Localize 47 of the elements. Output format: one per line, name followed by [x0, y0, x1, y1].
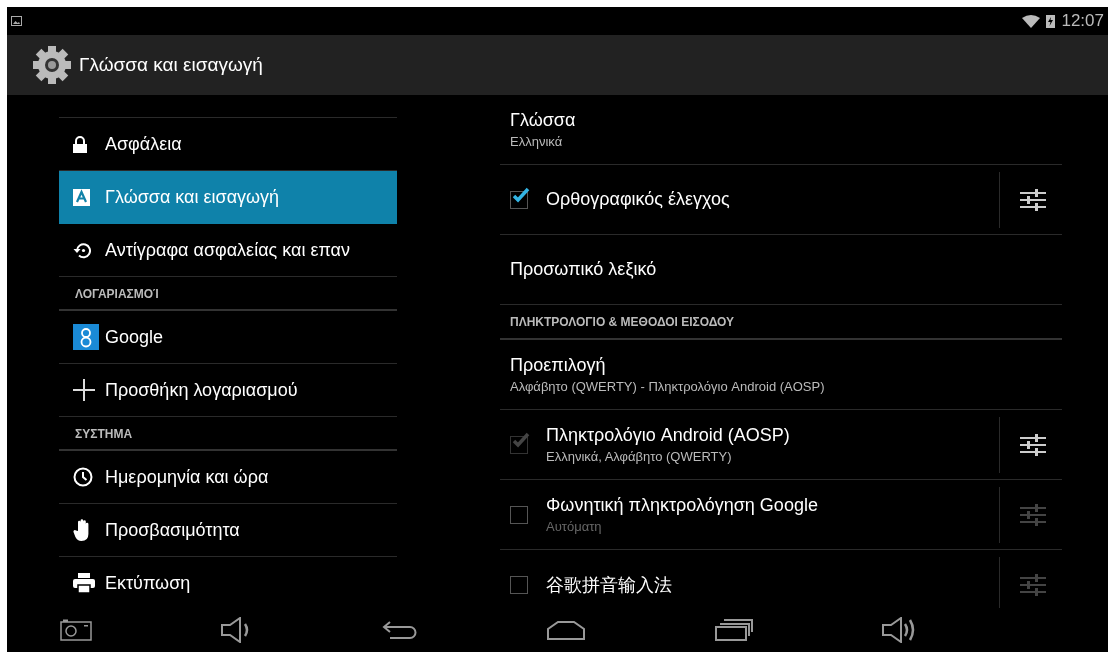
checkbox[interactable] — [510, 575, 528, 594]
clock-icon — [73, 467, 93, 487]
section-header: ΣΥΣΤΗΜΑ — [59, 417, 397, 451]
sliders-icon[interactable] — [1020, 573, 1046, 596]
battery-icon — [1046, 14, 1056, 28]
settings-item[interactable]: Προσωπικό λεξικό — [500, 235, 1062, 305]
home-icon[interactable] — [546, 620, 587, 640]
sidebar-item[interactable]: Γλώσσα και εισαγωγή — [59, 171, 397, 224]
gear-icon[interactable] — [31, 44, 73, 86]
sidebar-item[interactable]: Εκτύπωση — [59, 557, 397, 608]
printer-icon — [73, 573, 95, 593]
recent-apps-icon[interactable] — [715, 619, 754, 641]
back-icon[interactable] — [381, 620, 418, 640]
wifi-icon — [1022, 14, 1041, 28]
item-subtitle: Αλφάβητο (QWERTY) - Πληκτρολόγιο Android (AOSP) — [510, 379, 826, 394]
google-g-icon — [73, 324, 99, 350]
section-header: ΠΛΗΚΤΡΟΛΟΓΙΟ & ΜΕΘΟΔΟΙ ΕΙΣΟΔΟΥ — [500, 305, 1062, 340]
restore-icon — [73, 241, 91, 259]
sliders-icon[interactable] — [1020, 503, 1046, 526]
item-title: Προσωπικό λεξικό — [510, 259, 658, 280]
item-title: Γλώσσα — [510, 110, 577, 131]
sidebar-item[interactable]: Google — [59, 311, 397, 364]
sidebar-item[interactable]: Προσθήκη λογαριασμού — [59, 364, 397, 417]
camera-icon[interactable] — [60, 619, 92, 641]
item-subtitle: Ελληνικά, Αλφάβητο (QWERTY) — [546, 449, 733, 464]
sliders-icon[interactable] — [1020, 188, 1046, 211]
checkbox[interactable] — [510, 505, 528, 524]
item-title: Ορθογραφικός έλεγχος — [546, 189, 731, 210]
item-subtitle: Αυτόματη — [546, 519, 603, 534]
letter-a-icon — [73, 188, 90, 206]
checkbox[interactable] — [510, 190, 528, 209]
screen-title: Γλώσσα και εισαγωγή — [79, 54, 263, 76]
settings-item[interactable]: Γλώσσα Ελληνικά — [500, 95, 1062, 165]
sidebar-item[interactable]: Προσβασιμότητα — [59, 504, 397, 557]
lock-icon — [73, 135, 87, 153]
section-header: ΛΟΓΑΡΙΑΣΜΟΊ — [59, 277, 397, 311]
image-notification-icon — [11, 16, 22, 26]
clock-time: 12:07 — [1061, 11, 1104, 31]
item-title: Προεπιλογή — [510, 355, 607, 376]
plus-icon — [73, 379, 95, 401]
item-title: 谷歌拼音输入法 — [546, 573, 673, 597]
item-subtitle: Ελληνικά — [510, 134, 564, 149]
sidebar-item[interactable]: Ημερομηνία και ώρα — [59, 451, 397, 504]
settings-item[interactable]: Προεπιλογή Αλφάβητο (QWERTY) - Πληκτρολόγιο Android (AOSP) — [500, 340, 1062, 410]
item-title: Πληκτρολόγιο Android (AOSP) — [546, 425, 791, 446]
sidebar-item[interactable]: Αντίγραφα ασφαλείας και επαν — [59, 224, 397, 277]
item-title: Φωνητική πληκτρολόγηση Google — [546, 495, 819, 516]
